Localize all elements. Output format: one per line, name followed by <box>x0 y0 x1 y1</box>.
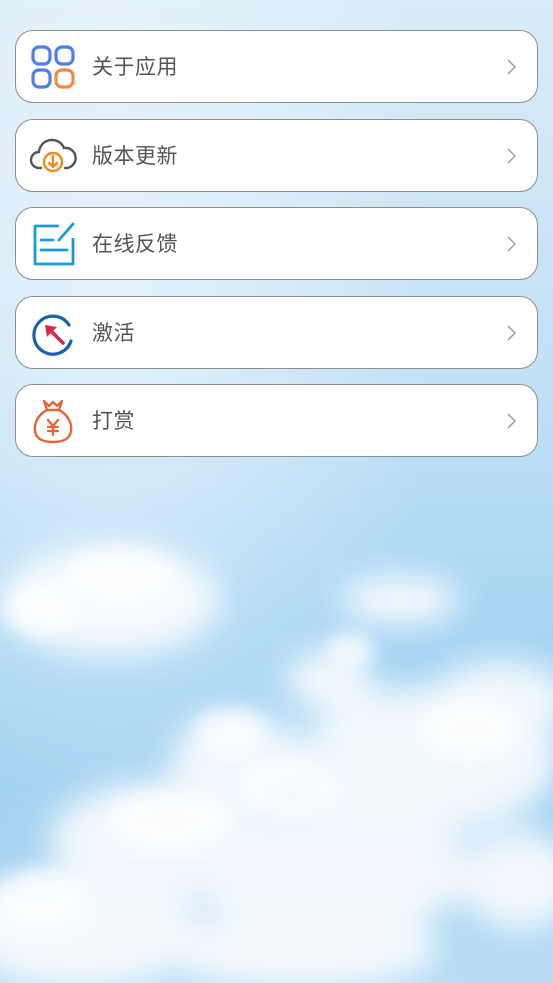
menu-item-label: 打赏 <box>92 409 135 433</box>
apps-grid-icon <box>29 43 77 91</box>
money-bag-icon <box>29 397 77 445</box>
menu-item-about-app[interactable]: 关于应用 <box>15 30 538 103</box>
menu-item-online-feedback[interactable]: 在线反馈 <box>15 207 538 280</box>
chevron-right-icon <box>505 324 517 342</box>
menu-item-label: 关于应用 <box>92 55 178 79</box>
menu-item-label: 版本更新 <box>92 143 178 168</box>
activate-cursor-icon <box>29 309 77 357</box>
chevron-right-icon <box>505 147 517 165</box>
about-screen: 关于应用 版本更新 在线反馈 激活 打赏 <box>0 0 553 983</box>
menu-item-version-update[interactable]: 版本更新 <box>15 118 538 192</box>
chevron-right-icon <box>505 58 517 76</box>
cloud-download-icon <box>29 132 77 180</box>
settings-menu: 关于应用 版本更新 在线反馈 激活 打赏 <box>15 30 538 473</box>
menu-item-activate[interactable]: 激活 <box>15 295 538 369</box>
chevron-right-icon <box>505 412 517 430</box>
menu-item-label: 在线反馈 <box>92 232 178 256</box>
feedback-edit-icon <box>29 220 77 268</box>
chevron-right-icon <box>505 235 517 253</box>
menu-item-label: 激活 <box>92 320 135 345</box>
menu-item-tip[interactable]: 打赏 <box>15 384 538 457</box>
